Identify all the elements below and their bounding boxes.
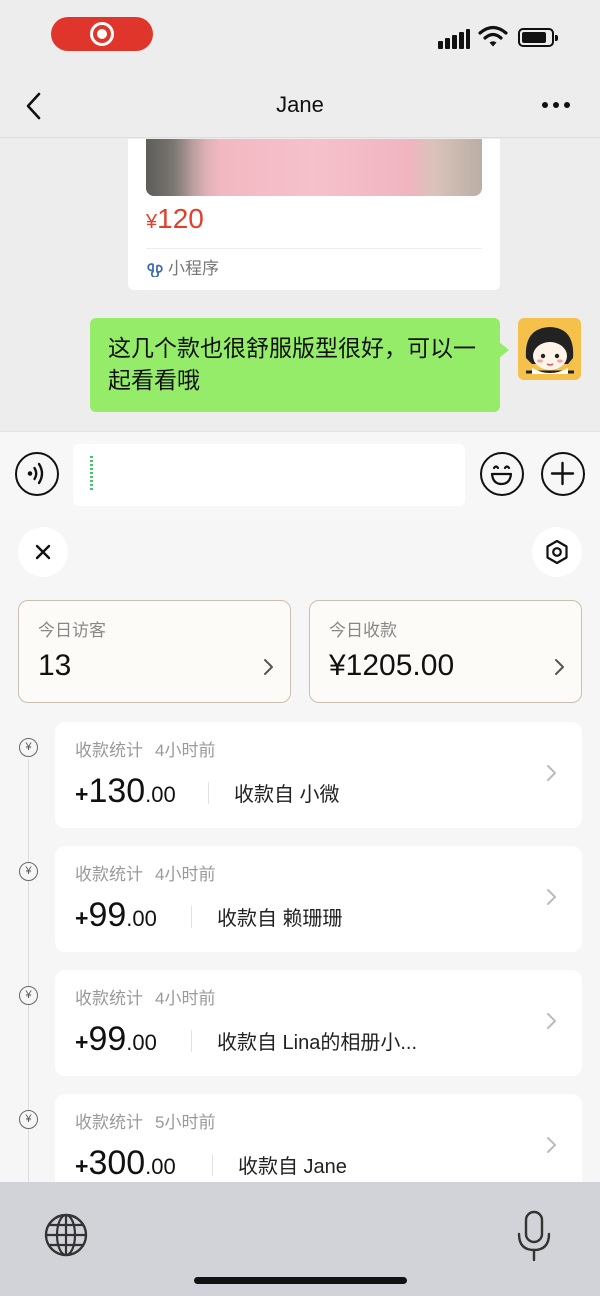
payment-amount: +99.00: [75, 896, 157, 934]
mini-program-icon: [147, 263, 163, 277]
record-icon: [90, 22, 114, 46]
payment-title: 收款统计 4小时前: [75, 741, 216, 760]
yuan-icon: ¥: [19, 738, 38, 757]
today-income-card[interactable]: 今日收款 ¥1205.00: [309, 600, 582, 703]
chevron-right-icon: [555, 659, 564, 675]
close-button[interactable]: [18, 527, 68, 577]
text-cursor: [90, 456, 93, 490]
more-icon[interactable]: [542, 102, 572, 110]
more-functions-button[interactable]: [541, 452, 585, 496]
mini-program-label: 小程序: [146, 254, 219, 279]
close-icon: [35, 544, 51, 560]
payment-title: 收款统计 5小时前: [75, 1113, 216, 1132]
battery-icon: [518, 28, 558, 47]
stat-label: 今日收款: [329, 621, 397, 640]
keyboard-accessory-bar: [0, 1182, 600, 1296]
divider: [212, 1154, 213, 1176]
payment-amount: +300.00: [75, 1144, 176, 1182]
payment-source: 收款自 小微: [234, 784, 340, 806]
payment-record-card[interactable]: 收款统计 4小时前 +99.00 收款自 Lina的相册小...: [55, 970, 582, 1076]
stat-value: 13: [38, 649, 72, 682]
stat-value: ¥1205.00: [329, 649, 455, 682]
payment-source: 收款自 Jane: [238, 1156, 347, 1178]
today-visitors-card[interactable]: 今日访客 13: [18, 600, 291, 703]
plus-icon: [550, 461, 575, 486]
chat-messages: ¥120 小程序 这几个款也很舒服版型很好，可以一起看看哦: [0, 139, 600, 431]
settings-icon: [546, 539, 568, 565]
globe-icon[interactable]: [43, 1212, 89, 1258]
card-divider: [146, 248, 482, 249]
yuan-icon: ¥: [19, 986, 38, 1005]
avatar[interactable]: [518, 318, 581, 380]
chat-header: Jane: [0, 74, 600, 138]
screen-recording-indicator[interactable]: [51, 17, 153, 51]
status-bar: [0, 0, 600, 74]
microphone-icon[interactable]: [516, 1210, 552, 1262]
chevron-right-icon: [547, 765, 556, 781]
settings-button[interactable]: [532, 527, 582, 577]
yuan-icon: ¥: [19, 1110, 38, 1129]
payment-amount: +99.00: [75, 1020, 157, 1058]
payment-amount: +130.00: [75, 772, 176, 810]
payment-source: 收款自 赖珊珊: [217, 908, 343, 930]
payment-record-card[interactable]: 收款统计 4小时前 +130.00 收款自 小微: [55, 722, 582, 828]
product-price: ¥120: [146, 203, 204, 234]
store-panel: 今日访客 13 今日收款 ¥1205.00 ¥ 收款统计 4小时前 +130.00…: [0, 519, 600, 1182]
product-image: [146, 139, 482, 196]
yuan-icon: ¥: [19, 862, 38, 881]
chat-title: Jane: [276, 92, 324, 117]
payment-source: 收款自 Lina的相册小...: [217, 1032, 418, 1054]
divider: [191, 906, 192, 928]
voice-icon: [27, 462, 44, 485]
signal-icon: [438, 29, 470, 49]
payment-title: 收款统计 4小时前: [75, 865, 216, 884]
chevron-right-icon: [547, 1137, 556, 1153]
payment-record-card[interactable]: 收款统计 5小时前 +300.00 收款自 Jane: [55, 1094, 582, 1182]
chevron-right-icon: [547, 889, 556, 905]
payment-record-card[interactable]: 收款统计 4小时前 +99.00 收款自 赖珊珊: [55, 846, 582, 952]
outgoing-message-bubble[interactable]: 这几个款也很舒服版型很好，可以一起看看哦: [90, 318, 509, 412]
voice-button[interactable]: [15, 452, 59, 496]
chevron-right-icon: [547, 1013, 556, 1029]
stat-label: 今日访客: [38, 621, 106, 640]
payment-title: 收款统计 4小时前: [75, 989, 216, 1008]
chevron-right-icon: [264, 659, 273, 675]
mini-program-card[interactable]: ¥120 小程序: [128, 139, 500, 290]
message-input[interactable]: [73, 444, 465, 506]
emoji-button[interactable]: [480, 452, 524, 496]
home-indicator[interactable]: [194, 1277, 407, 1284]
wifi-icon: [478, 25, 508, 47]
emoji-icon: [490, 465, 513, 486]
divider: [208, 782, 209, 804]
divider: [191, 1030, 192, 1052]
